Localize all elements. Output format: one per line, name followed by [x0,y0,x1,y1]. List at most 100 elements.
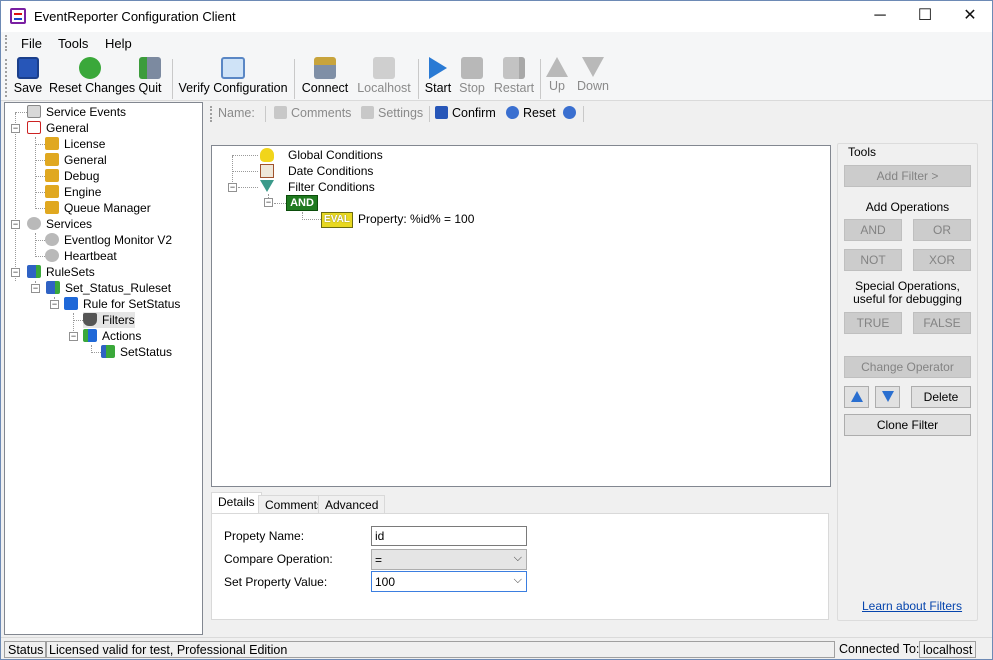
tree-item-heartbeat[interactable]: Heartbeat [45,248,117,264]
property-name-label: Propety Name: [224,529,305,543]
arrow-down-icon [881,391,894,402]
tree-item-eventlog-monitor[interactable]: Eventlog Monitor V2 [45,232,172,248]
true-button[interactable]: TRUE [844,312,902,334]
tree-line [91,352,101,353]
skip-forward-icon [503,57,525,79]
tree-item-setstatus[interactable]: SetStatus [101,344,172,360]
collapse-rule-toggle[interactable]: − [50,300,59,309]
minimize-button[interactable]: ─ [857,1,903,32]
change-operator-button[interactable]: Change Operator [844,356,971,378]
not-button[interactable]: NOT [844,249,902,271]
comments-button[interactable]: Comments [274,106,351,120]
filter-conditions-node[interactable]: Filter Conditions [288,180,375,194]
stop-button[interactable]: Stop [457,57,487,99]
play-icon [429,57,447,79]
start-button[interactable]: Start [423,57,453,99]
delete-button[interactable]: Delete [911,386,971,408]
confirm-button[interactable]: Confirm [435,106,496,120]
down-button[interactable]: Down [575,57,611,99]
tree-item-set-status-ruleset[interactable]: Set_Status_Ruleset [46,280,171,296]
collapse-services-toggle[interactable]: − [11,220,20,229]
quit-button[interactable]: Quit [135,57,165,99]
close-button[interactable]: ✕ [947,1,993,32]
false-button[interactable]: FALSE [913,312,971,334]
tree-item-actions[interactable]: Actions [83,328,141,344]
collapse-filter-conditions-toggle[interactable]: − [228,183,237,192]
home-icon [373,57,395,79]
verify-configuration-button[interactable]: Verify Configuration [177,57,289,99]
reset-changes-button[interactable]: Reset Changes [49,57,135,99]
add-filter-button[interactable]: Add Filter > [844,165,971,187]
action-icon [101,345,115,358]
restart-button[interactable]: Restart [493,57,535,99]
toolbar-separator [294,59,295,99]
move-up-button[interactable] [844,386,869,408]
learn-about-filters-link[interactable]: Learn about Filters [862,599,962,613]
tree-item-debug[interactable]: Debug [45,168,99,184]
toolbar-separator [429,106,430,122]
xor-button[interactable]: XOR [913,249,971,271]
tree-item-engine[interactable]: Engine [45,184,101,200]
actions-icon [83,329,97,342]
funnel-icon [260,180,274,192]
title-bar: EventReporter Configuration Client ─ ☐ ✕ [1,1,992,32]
service-events-icon [27,105,41,118]
menu-help[interactable]: Help [105,36,132,51]
tree-line [15,112,27,113]
date-conditions-node[interactable]: Date Conditions [288,164,373,178]
or-button[interactable]: OR [913,219,971,241]
collapse-actions-toggle[interactable]: − [69,332,78,341]
collapse-general-toggle[interactable]: − [11,124,20,133]
reset-button[interactable]: Reset [506,106,556,120]
clone-filter-button[interactable]: Clone Filter [844,414,971,436]
cube-icon [64,297,78,310]
set-property-value-combo[interactable]: 100 ⌵ [371,571,527,592]
tree-line [15,113,16,281]
collapse-rulesets-toggle[interactable]: − [11,268,20,277]
menu-file[interactable]: File [21,36,42,51]
ruleset-icon [46,281,60,294]
configuration-tree[interactable]: Service Events − General License General… [4,102,203,635]
tab-advanced[interactable]: Advanced [318,495,386,514]
save-button[interactable]: Save [13,57,43,99]
filter-icon [83,313,97,326]
up-button[interactable]: Up [544,57,570,99]
tree-line [232,155,258,156]
tab-details[interactable]: Details [211,492,262,514]
tree-item-service-events[interactable]: Service Events [27,104,126,120]
and-operator-node[interactable]: AND [286,195,318,211]
tree-item-services[interactable]: Services [27,216,92,232]
tree-item-general[interactable]: General [27,120,89,136]
collapse-and-toggle[interactable]: − [264,198,273,207]
comment-icon [274,106,287,119]
tree-item-queue-manager[interactable]: Queue Manager [45,200,151,216]
menu-tools[interactable]: Tools [58,36,88,51]
special-operations-label: Special Operations, [855,279,960,293]
menu-bar: File Tools Help [1,32,992,55]
property-name-input[interactable]: id [371,526,527,546]
settings-button[interactable]: Settings [361,106,423,120]
and-button[interactable]: AND [844,219,902,241]
tree-item-filters[interactable]: Filters [83,312,135,328]
help-button[interactable] [563,106,576,120]
tree-item-rulesets[interactable]: RuleSets [27,264,95,280]
filter-tree-view[interactable]: Global Conditions Date Conditions − Filt… [211,145,831,487]
compare-operation-select[interactable]: = ⌵ [371,549,527,570]
collapse-ruleset-toggle[interactable]: − [31,284,40,293]
app-icon [10,8,26,24]
localhost-button[interactable]: Localhost [355,57,413,99]
move-down-button[interactable] [875,386,900,408]
status-label: Status [4,641,48,658]
property-condition-node[interactable]: Property: %id% = 100 [358,212,474,226]
connect-button[interactable]: Connect [300,57,350,99]
global-conditions-node[interactable]: Global Conditions [288,148,383,162]
tree-item-license[interactable]: License [45,136,105,152]
eval-node-badge[interactable]: EVAL [321,212,353,228]
main-window: EventReporter Configuration Client ─ ☐ ✕… [0,0,993,660]
tree-item-rule-for-setstatus[interactable]: Rule for SetStatus [64,296,180,312]
tree-item-general-child[interactable]: General [45,152,107,168]
tree-line [35,137,36,209]
maximize-button[interactable]: ☐ [902,1,948,32]
gear-icon [45,233,59,246]
toolbar: Save Reset Changes Quit Verify Configura… [1,55,992,101]
